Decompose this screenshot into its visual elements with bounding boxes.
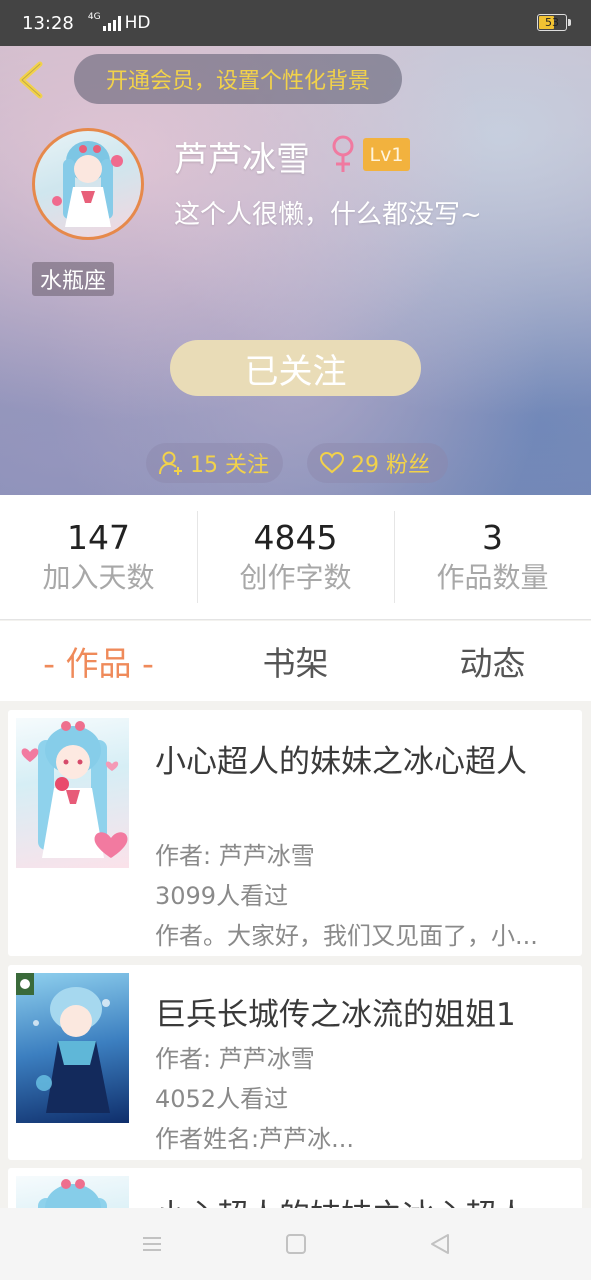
avatar[interactable]: [32, 128, 144, 240]
stat-value: 3: [482, 518, 503, 557]
home-button[interactable]: [284, 1232, 308, 1256]
fans-button[interactable]: 29 粉丝: [307, 443, 448, 483]
stat-label: 作品数量: [436, 560, 549, 594]
avatar-art: [52, 141, 123, 227]
profile-tabs: - 作品 - 书架 动态: [0, 621, 591, 701]
network-type: 4G: [87, 12, 101, 22]
stat-label: 加入天数: [42, 560, 155, 594]
book-description: 作者姓名:芦芦冰...: [155, 1125, 354, 1153]
menu-icon: [142, 1237, 161, 1251]
book-author: 作者: 芦芦冰雪: [155, 842, 315, 870]
stat-label: 创作字数: [239, 560, 352, 594]
following-label: 15 关注: [190, 453, 269, 478]
female-icon: [332, 135, 354, 172]
book-author: 作者: 芦芦冰雪: [155, 1045, 315, 1073]
book-description: 作者。大家好，我们又见面了，小...: [155, 922, 538, 950]
stat-value: 4845: [253, 518, 338, 557]
level-badge: Lv1: [363, 138, 410, 171]
system-nav-bar: [0, 1208, 591, 1280]
book-views: 4052人看过: [155, 1085, 289, 1113]
fans-label: 29 粉丝: [351, 453, 430, 478]
username: 芦芦冰雪: [174, 140, 310, 180]
vip-banner[interactable]: 开通会员，设置个性化背景: [74, 54, 402, 104]
heart-icon: [319, 451, 345, 474]
stat-word-count: 4845 创作字数: [197, 495, 394, 619]
profile-header: 开通会员，设置个性化背景 芦芦冰雪 Lv1 这个人很懒，什么都没写~ 水瓶座 已…: [0, 46, 591, 495]
list-item[interactable]: 巨兵长城传之冰流的姐姐1 作者: 芦芦冰雪 4052人看过 作者姓名:芦芦冰..…: [8, 965, 582, 1160]
status-time: 13:28: [22, 12, 74, 34]
battery-icon: 53: [537, 14, 571, 31]
book-cover: [16, 973, 129, 1123]
stat-days-joined: 147 加入天数: [0, 495, 197, 619]
user-bio: 这个人很懒，什么都没写~: [174, 200, 482, 230]
book-title: 小心超人的妹妹之冰心超人: [155, 744, 527, 780]
status-bar: 13:28 4G HD 53: [0, 0, 591, 46]
book-title: 巨兵长城传之冰流的姐姐1: [155, 997, 516, 1033]
stat-works-count: 3 作品数量: [394, 495, 591, 619]
battery-level: 53: [545, 16, 559, 29]
back-button[interactable]: [14, 60, 48, 100]
following-button[interactable]: 15 关注: [146, 443, 283, 483]
back-arrow-icon: [19, 61, 43, 99]
stat-value: 147: [67, 518, 130, 557]
menu-button[interactable]: [140, 1232, 164, 1256]
tab-works[interactable]: - 作品 -: [0, 621, 197, 701]
back-triangle-icon: [430, 1234, 449, 1254]
user-add-icon: [159, 451, 182, 475]
signal-icon: [102, 15, 121, 31]
book-cover: [16, 718, 129, 868]
tab-activity[interactable]: 动态: [394, 621, 591, 701]
back-nav-button[interactable]: [428, 1232, 452, 1256]
list-item[interactable]: 小心超人的妹妹之冰心超人 作者: 芦芦冰雪 3099人看过 作者。大家好，我们又…: [8, 710, 582, 956]
hd-indicator: HD: [124, 13, 151, 33]
book-views: 3099人看过: [155, 882, 289, 910]
tab-bookshelf[interactable]: 书架: [197, 621, 394, 701]
zodiac-tag: 水瓶座: [32, 262, 115, 296]
stats-row: 147 加入天数 4845 创作字数 3 作品数量: [0, 495, 591, 620]
home-square-icon: [285, 1234, 306, 1254]
follow-button[interactable]: 已关注: [170, 340, 421, 396]
